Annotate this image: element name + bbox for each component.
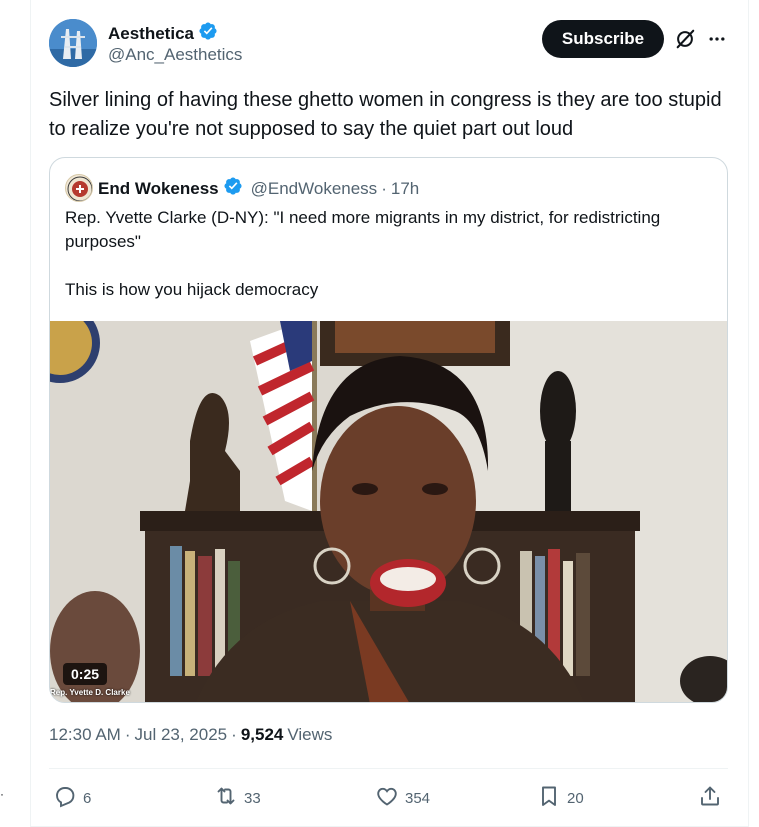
bookmark-icon (537, 784, 561, 812)
repost-button[interactable]: 33 (214, 782, 261, 814)
share-icon (698, 784, 722, 812)
quoted-paragraph: This is how you hijack democracy (65, 280, 319, 299)
video-duration-badge: 0:25 (63, 663, 108, 685)
verified-badge-icon (223, 176, 243, 201)
tweet-meta: 12:30 AM · Jul 23, 2025 · 9,524 Views (49, 725, 332, 745)
quoted-separator: · (381, 178, 387, 198)
like-button[interactable]: 354 (375, 782, 430, 814)
views-label: Views (287, 725, 333, 744)
repost-icon (214, 784, 238, 812)
bookmark-count: 20 (567, 789, 584, 807)
quoted-author-avatar[interactable] (65, 174, 93, 202)
grok-icon[interactable] (672, 26, 698, 52)
reply-icon (53, 784, 77, 812)
like-count: 354 (405, 789, 431, 807)
video-caption: Rep. Yvette D. Clarke (50, 688, 130, 697)
repost-count: 33 (244, 789, 261, 807)
author-name[interactable]: Aesthetica (108, 24, 194, 44)
bookmark-button[interactable]: 20 (537, 782, 584, 814)
quoted-author-name[interactable]: End Wokeness (98, 179, 219, 199)
reply-button[interactable]: 6 (53, 782, 91, 814)
video-frame (50, 321, 727, 702)
quoted-author-handle[interactable]: @EndWokeness (251, 179, 378, 199)
reply-count: 6 (83, 789, 92, 807)
tweet-time[interactable]: 12:30 AM (49, 725, 121, 745)
heart-icon (375, 784, 399, 812)
share-button[interactable] (698, 782, 722, 814)
meta-separator: · (231, 725, 237, 744)
more-horizontal-icon[interactable] (704, 26, 730, 52)
video-player[interactable]: 0:25 Rep. Yvette D. Clarke (50, 321, 727, 702)
verified-badge-icon (198, 21, 218, 46)
quoted-time[interactable]: 17h (391, 179, 419, 199)
quoted-text: Rep. Yvette Clarke (D-NY): "I need more … (65, 206, 720, 326)
quoted-header: End Wokeness @EndWokeness · 17h (98, 176, 419, 201)
tweet-text: Silver lining of having these ghetto wom… (49, 89, 722, 140)
quoted-tweet[interactable]: End Wokeness @EndWokeness · 17h Rep. Yve… (49, 157, 728, 703)
column-border-right (748, 0, 749, 827)
tweet-date[interactable]: Jul 23, 2025 (135, 725, 228, 745)
action-bar: 6 33 354 20 (49, 782, 728, 814)
author-handle[interactable]: @Anc_Aesthetics (108, 45, 242, 65)
author-avatar[interactable] (49, 19, 97, 67)
divider (49, 768, 728, 769)
stray-mark: · (0, 787, 4, 801)
quoted-paragraph: Rep. Yvette Clarke (D-NY): "I need more … (65, 208, 661, 251)
column-border-left (30, 0, 31, 827)
author-name-row[interactable]: Aesthetica (108, 21, 218, 46)
subscribe-button[interactable]: Subscribe (542, 20, 664, 58)
meta-separator: · (124, 725, 131, 744)
views-count: 9,524 (240, 725, 284, 744)
